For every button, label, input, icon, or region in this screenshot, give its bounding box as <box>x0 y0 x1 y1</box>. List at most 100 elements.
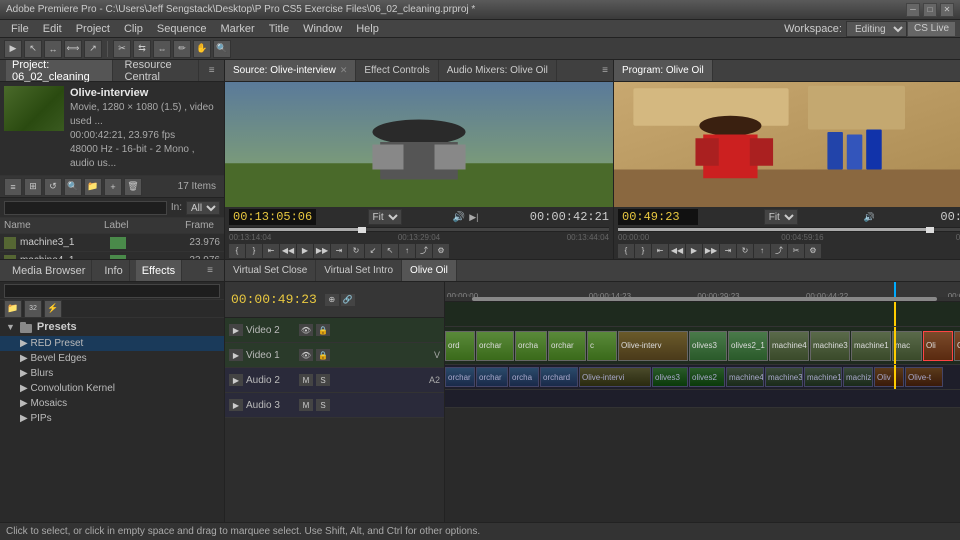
clip-orchard-5[interactable]: c <box>587 331 617 361</box>
list-item[interactable]: machine3_1 23.976 <box>0 234 224 252</box>
tool-ripple[interactable]: ↔ <box>44 40 62 58</box>
audio-orchard-2[interactable]: orchar <box>476 367 508 387</box>
track-expand-v2[interactable]: ▶ <box>229 324 243 336</box>
tab-info[interactable]: Info <box>98 260 129 281</box>
project-list-view[interactable]: ≡ <box>4 178 22 196</box>
audio-machine1[interactable]: machine1 <box>804 367 842 387</box>
track-solo-a3[interactable]: S <box>316 399 330 411</box>
clip-orchard-2[interactable]: orchar <box>476 331 514 361</box>
tab-source[interactable]: Source: Olive-interview ✕ <box>225 60 356 81</box>
menu-window[interactable]: Window <box>296 20 349 37</box>
presets-category[interactable]: ▼ Presets <box>0 318 224 336</box>
track-expand-a2[interactable]: ▶ <box>229 374 243 386</box>
program-lift[interactable]: ↑ <box>754 244 770 258</box>
tl-link-btn[interactable]: 🔗 <box>341 294 355 306</box>
source-extract[interactable]: ⤴ <box>416 244 432 258</box>
project-delete[interactable]: 🗑 <box>124 178 142 196</box>
project-new-bin[interactable]: 📁 <box>84 178 102 196</box>
menu-file[interactable]: File <box>4 20 36 37</box>
tab-effects[interactable]: Effects <box>136 260 182 281</box>
tool-slide[interactable]: ⇔ <box>153 40 171 58</box>
tool-pen[interactable]: ✏ <box>173 40 191 58</box>
program-step-back[interactable]: ◀◀ <box>669 244 685 258</box>
program-timecode[interactable]: 00:49:23 <box>618 209 698 225</box>
source-step-back[interactable]: ◀◀ <box>280 244 296 258</box>
track-expand-a3[interactable]: ▶ <box>229 399 243 411</box>
audio-orcha[interactable]: orcha <box>509 367 539 387</box>
program-play-stop[interactable]: ▶ <box>686 244 702 258</box>
effects-search-input[interactable] <box>4 284 220 298</box>
effects-item-mosaics[interactable]: ▶ Mosaics <box>0 396 224 411</box>
clip-mac[interactable]: mac <box>892 331 922 361</box>
program-go-in[interactable]: ⇤ <box>652 244 668 258</box>
menu-sequence[interactable]: Sequence <box>150 20 214 37</box>
audio-olives3[interactable]: olives3 <box>652 367 688 387</box>
tool-rate[interactable]: ↗ <box>84 40 102 58</box>
tl-snap-btn[interactable]: ⊕ <box>325 294 339 306</box>
timeline-zoom-bar[interactable] <box>445 297 960 301</box>
clip-olives2[interactable]: olives2_1 <box>728 331 768 361</box>
source-insert[interactable]: ↙ <box>365 244 381 258</box>
tool-zoom[interactable]: 🔍 <box>213 40 231 58</box>
track-expand-v1[interactable]: ▶ <box>229 349 243 361</box>
project-find[interactable]: 🔍 <box>64 178 82 196</box>
timeline-current-time[interactable]: 00:00:49:23 <box>231 292 317 307</box>
track-eye-v1[interactable]: 👁 <box>299 349 313 361</box>
audio-olive-interview[interactable]: Olive-intervi <box>579 367 651 387</box>
source-close[interactable]: ✕ <box>340 65 348 76</box>
tool-select[interactable]: ▶ <box>4 40 22 58</box>
clip-olive-interview[interactable]: Olive-interv <box>618 331 688 361</box>
panel-menu-button[interactable]: ≡ <box>205 63 218 79</box>
maximize-button[interactable]: □ <box>923 3 937 17</box>
clip-machine3[interactable]: machine3 <box>810 331 850 361</box>
clip-olives3[interactable]: olives3 <box>689 331 727 361</box>
program-extract[interactable]: ⤴ <box>771 244 787 258</box>
project-automate[interactable]: ↺ <box>44 178 62 196</box>
list-item[interactable]: machine4_1 23.976 <box>0 252 224 259</box>
menu-clip[interactable]: Clip <box>117 20 150 37</box>
program-loop[interactable]: ↻ <box>737 244 753 258</box>
effects-item-bevel-edges[interactable]: ▶ Bevel Edges <box>0 351 224 366</box>
clip-orchard-1[interactable]: ord <box>445 331 475 361</box>
tab-effect-controls[interactable]: Effect Controls <box>356 60 438 81</box>
source-fit-select[interactable]: Fit <box>368 209 402 225</box>
track-mute-a3[interactable]: M <box>299 399 313 411</box>
audio-machiz[interactable]: machiz <box>843 367 873 387</box>
tab-audio-mixer[interactable]: Audio Mixers: Olive Oil <box>439 60 557 81</box>
tool-hand[interactable]: ✋ <box>193 40 211 58</box>
program-step-fwd[interactable]: ▶▶ <box>703 244 719 258</box>
effects-32bit[interactable]: 32 <box>24 300 42 318</box>
audio-orchard-3[interactable]: orchard <box>540 367 578 387</box>
menu-edit[interactable]: Edit <box>36 20 69 37</box>
audio-machine4[interactable]: machine4 <box>726 367 764 387</box>
in-select[interactable]: All <box>186 201 220 215</box>
menu-marker[interactable]: Marker <box>213 20 261 37</box>
close-button[interactable]: ✕ <box>940 3 954 17</box>
program-trim[interactable]: ✂ <box>788 244 804 258</box>
tool-razor[interactable]: ✂ <box>113 40 131 58</box>
program-mark-out[interactable]: } <box>635 244 651 258</box>
track-mute-a2[interactable]: M <box>299 374 313 386</box>
cs-live-button[interactable]: CS Live <box>907 21 956 37</box>
source-timecode[interactable]: 00:13:05:06 <box>229 209 316 225</box>
clip-orchard-3[interactable]: orcha <box>515 331 547 361</box>
audio-olives2[interactable]: olives2 <box>689 367 725 387</box>
audio-machine3[interactable]: machine3 <box>765 367 803 387</box>
tool-rolling[interactable]: ⟺ <box>64 40 82 58</box>
track-solo-a2[interactable]: S <box>316 374 330 386</box>
tool-slip[interactable]: ⇆ <box>133 40 151 58</box>
track-lock-v1[interactable]: 🔒 <box>316 349 330 361</box>
source-play-stop[interactable]: ▶ <box>297 244 313 258</box>
effects-new-folder[interactable]: 📁 <box>4 300 22 318</box>
source-overlay[interactable]: ↖ <box>382 244 398 258</box>
workspace-select[interactable]: Editing <box>846 21 907 37</box>
menu-help[interactable]: Help <box>349 20 386 37</box>
clip-machine4[interactable]: machine4 <box>769 331 809 361</box>
source-settings[interactable]: ⚙ <box>433 244 449 258</box>
effects-item-pips[interactable]: ▶ PIPs <box>0 411 224 426</box>
menu-title[interactable]: Title <box>262 20 296 37</box>
track-lock-v2[interactable]: 🔒 <box>316 324 330 336</box>
source-lift[interactable]: ↑ <box>399 244 415 258</box>
audio-orchard-1[interactable]: orchar <box>445 367 475 387</box>
tab-virtual-set-intro[interactable]: Virtual Set Intro <box>316 260 402 281</box>
